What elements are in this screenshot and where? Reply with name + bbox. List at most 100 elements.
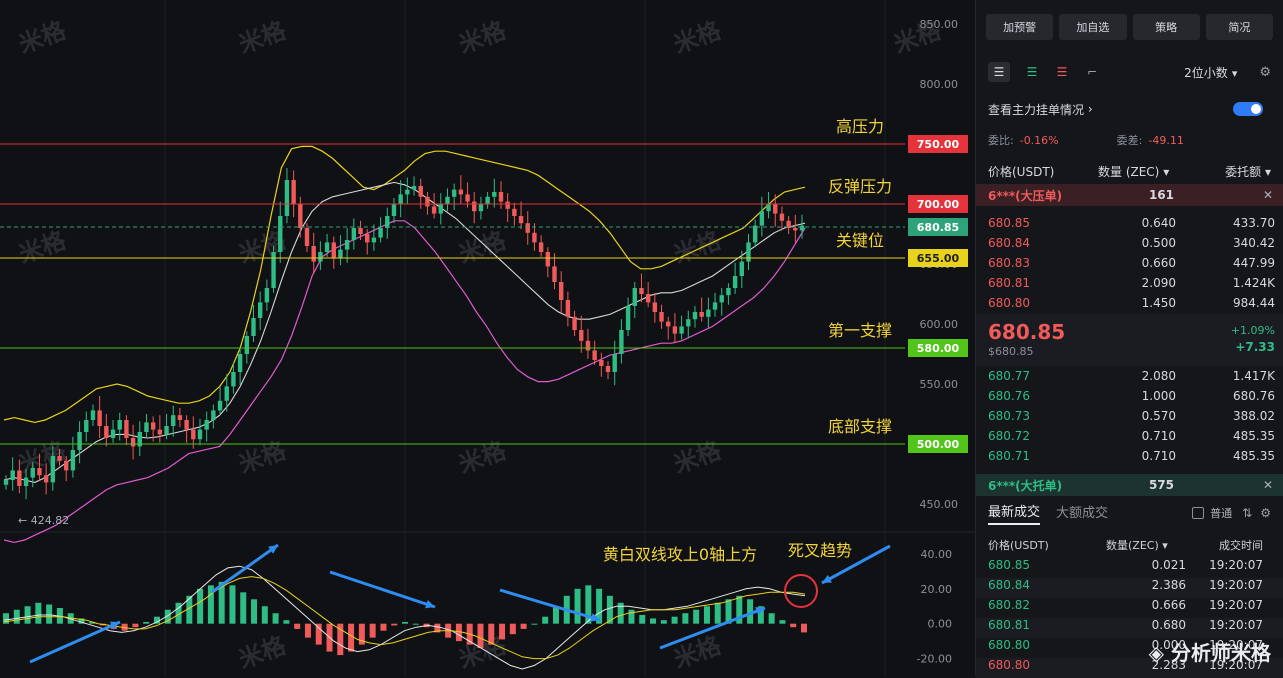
- candle-body: [726, 288, 731, 296]
- candle-body: [171, 415, 176, 426]
- settings-icon[interactable]: ⚙: [1259, 65, 1271, 80]
- candle-body: [712, 302, 718, 310]
- row-total: 433.70: [1233, 216, 1275, 230]
- col-qty[interactable]: 数量 (ZEC) ▾: [1098, 163, 1169, 180]
- candle-body: [739, 261, 744, 276]
- filter-icon[interactable]: ⇅: [1242, 506, 1252, 520]
- tab-large-trades[interactable]: 大额成交: [1056, 502, 1108, 524]
- overview-button[interactable]: 简况: [1205, 14, 1273, 40]
- chevron-down-icon: ▾: [1264, 164, 1271, 179]
- row-qty: 0.660: [1141, 256, 1176, 270]
- candle-body: [224, 386, 229, 401]
- trade-col-time: 成交时间: [1219, 539, 1263, 552]
- decimal-select[interactable]: 2位小数 ▾: [1184, 64, 1237, 81]
- row-qty: 0.570: [1141, 409, 1176, 423]
- row-price: 680.80: [988, 658, 1030, 672]
- candle-body: [331, 242, 336, 258]
- candle-body: [612, 354, 617, 372]
- order-row[interactable]: 680.81 2.090 1.424K: [976, 273, 1283, 293]
- candle-body: [97, 410, 102, 426]
- candle-body: [217, 400, 223, 411]
- candle-body: [264, 288, 270, 303]
- big-ask-bar[interactable]: 6***(大压单) 161 ✕: [976, 184, 1283, 206]
- col-price: 价格(USDT): [988, 164, 1055, 179]
- macd-hist-bar: [801, 623, 807, 633]
- candle-body: [284, 180, 290, 216]
- candle-body: [324, 242, 330, 252]
- add-alert-button[interactable]: 加预警: [986, 14, 1054, 40]
- candle-body: [719, 295, 724, 303]
- candle-body: [773, 204, 778, 214]
- candle-body: [43, 475, 49, 483]
- strategy-button[interactable]: 策略: [1132, 14, 1200, 40]
- level-annotation: 反弹压力: [828, 177, 892, 196]
- order-row[interactable]: 680.77 2.080 1.417K: [976, 366, 1283, 386]
- macd-tick-label: -20.00: [917, 653, 952, 666]
- macd-hist-bar: [348, 623, 355, 652]
- main-orders-row[interactable]: 查看主力挂单情况 ›: [988, 100, 1271, 118]
- trade-row[interactable]: 680.85 0.021 19:20:07: [976, 558, 1283, 578]
- big-bid-bar[interactable]: 6***(大托单) 575 ✕: [976, 474, 1283, 496]
- candle-body: [498, 192, 504, 202]
- candle-body: [70, 450, 76, 471]
- low-price-marker: ← 424.82: [18, 514, 69, 527]
- last-price-box: 680.85 $680.85 +1.09% +7.33: [976, 314, 1283, 366]
- bids-view-icon[interactable]: ☰: [1024, 65, 1040, 79]
- order-row[interactable]: 680.76 1.000 680.76: [976, 386, 1283, 406]
- trade-col-qty[interactable]: 数量(ZEC) ▾: [1106, 537, 1168, 553]
- macd-hist-bar: [240, 592, 247, 624]
- wei-cha-label: 委差:: [1116, 134, 1143, 147]
- row-total: 1.424K: [1232, 276, 1275, 290]
- macd-hist-bar: [197, 588, 204, 624]
- macd-hist-bar: [660, 620, 667, 624]
- level-price-label: 750.00: [917, 138, 960, 151]
- macd-hist-bar: [639, 614, 646, 624]
- candle-body: [752, 225, 758, 243]
- macd-hist-bar: [35, 602, 42, 624]
- order-row[interactable]: 680.72 0.710 485.35: [976, 426, 1283, 446]
- macd-hist-bar: [714, 602, 721, 624]
- macd-hist-bar: [46, 604, 53, 624]
- order-row[interactable]: 680.73 0.570 388.02: [976, 406, 1283, 426]
- trade-col-price: 价格(USDT): [988, 539, 1049, 552]
- order-row[interactable]: 680.83 0.660 447.99: [976, 253, 1283, 273]
- candle-body: [177, 415, 183, 420]
- candle-body: [3, 480, 9, 485]
- col-total[interactable]: 委托额 ▾: [1225, 163, 1271, 180]
- main-orders-toggle[interactable]: [1233, 102, 1263, 116]
- macd-hist-bar: [542, 616, 549, 624]
- close-icon[interactable]: ✕: [1263, 188, 1273, 202]
- close-icon[interactable]: ✕: [1263, 478, 1273, 492]
- both-sides-view-icon[interactable]: ☰: [988, 62, 1010, 82]
- order-row[interactable]: 680.71 0.710 485.35: [976, 446, 1283, 466]
- normal-checkbox[interactable]: [1192, 507, 1205, 519]
- col-total-label: 委托额: [1225, 164, 1262, 179]
- row-price: 680.71: [988, 449, 1030, 463]
- row-qty: 1.450: [1141, 296, 1176, 310]
- macd-hist-bar: [3, 613, 9, 624]
- order-row[interactable]: 680.80 1.450 984.44: [976, 293, 1283, 313]
- candle-body: [191, 429, 196, 440]
- trade-row[interactable]: 680.84 2.386 19:20:07: [976, 578, 1283, 598]
- tab-latest-trades[interactable]: 最新成交: [988, 501, 1041, 525]
- level-annotation: 关键位: [836, 231, 884, 250]
- order-row[interactable]: 680.85 0.640 433.70: [976, 213, 1283, 233]
- trade-row[interactable]: 680.81 0.680 19:20:07: [976, 618, 1283, 638]
- col-qty-label: 数量 (ZEC): [1098, 164, 1160, 179]
- candle-body: [679, 326, 684, 334]
- candle-body: [164, 426, 169, 435]
- candle-body: [418, 186, 423, 197]
- add-watchlist-button[interactable]: 加自选: [1059, 14, 1127, 40]
- candle-body: [425, 196, 430, 207]
- order-row[interactable]: 680.84 0.500 340.42: [976, 233, 1283, 253]
- row-total: 485.35: [1233, 449, 1275, 463]
- depth-view-icon[interactable]: ⌐: [1084, 65, 1100, 79]
- trade-row[interactable]: 680.82 0.666 19:20:07: [976, 598, 1283, 618]
- settings-icon[interactable]: ⚙: [1260, 506, 1271, 520]
- candle-body: [30, 468, 35, 478]
- candle-body: [351, 228, 357, 240]
- candle-body: [77, 432, 82, 450]
- candle-body: [799, 225, 805, 231]
- asks-view-icon[interactable]: ☰: [1054, 65, 1070, 79]
- price-chart[interactable]: 米格 米格 米格 米格 米格米格 米格 米格 米格米格 米格 米格 米格米格 米格 米格850.0080…: [0, 0, 975, 676]
